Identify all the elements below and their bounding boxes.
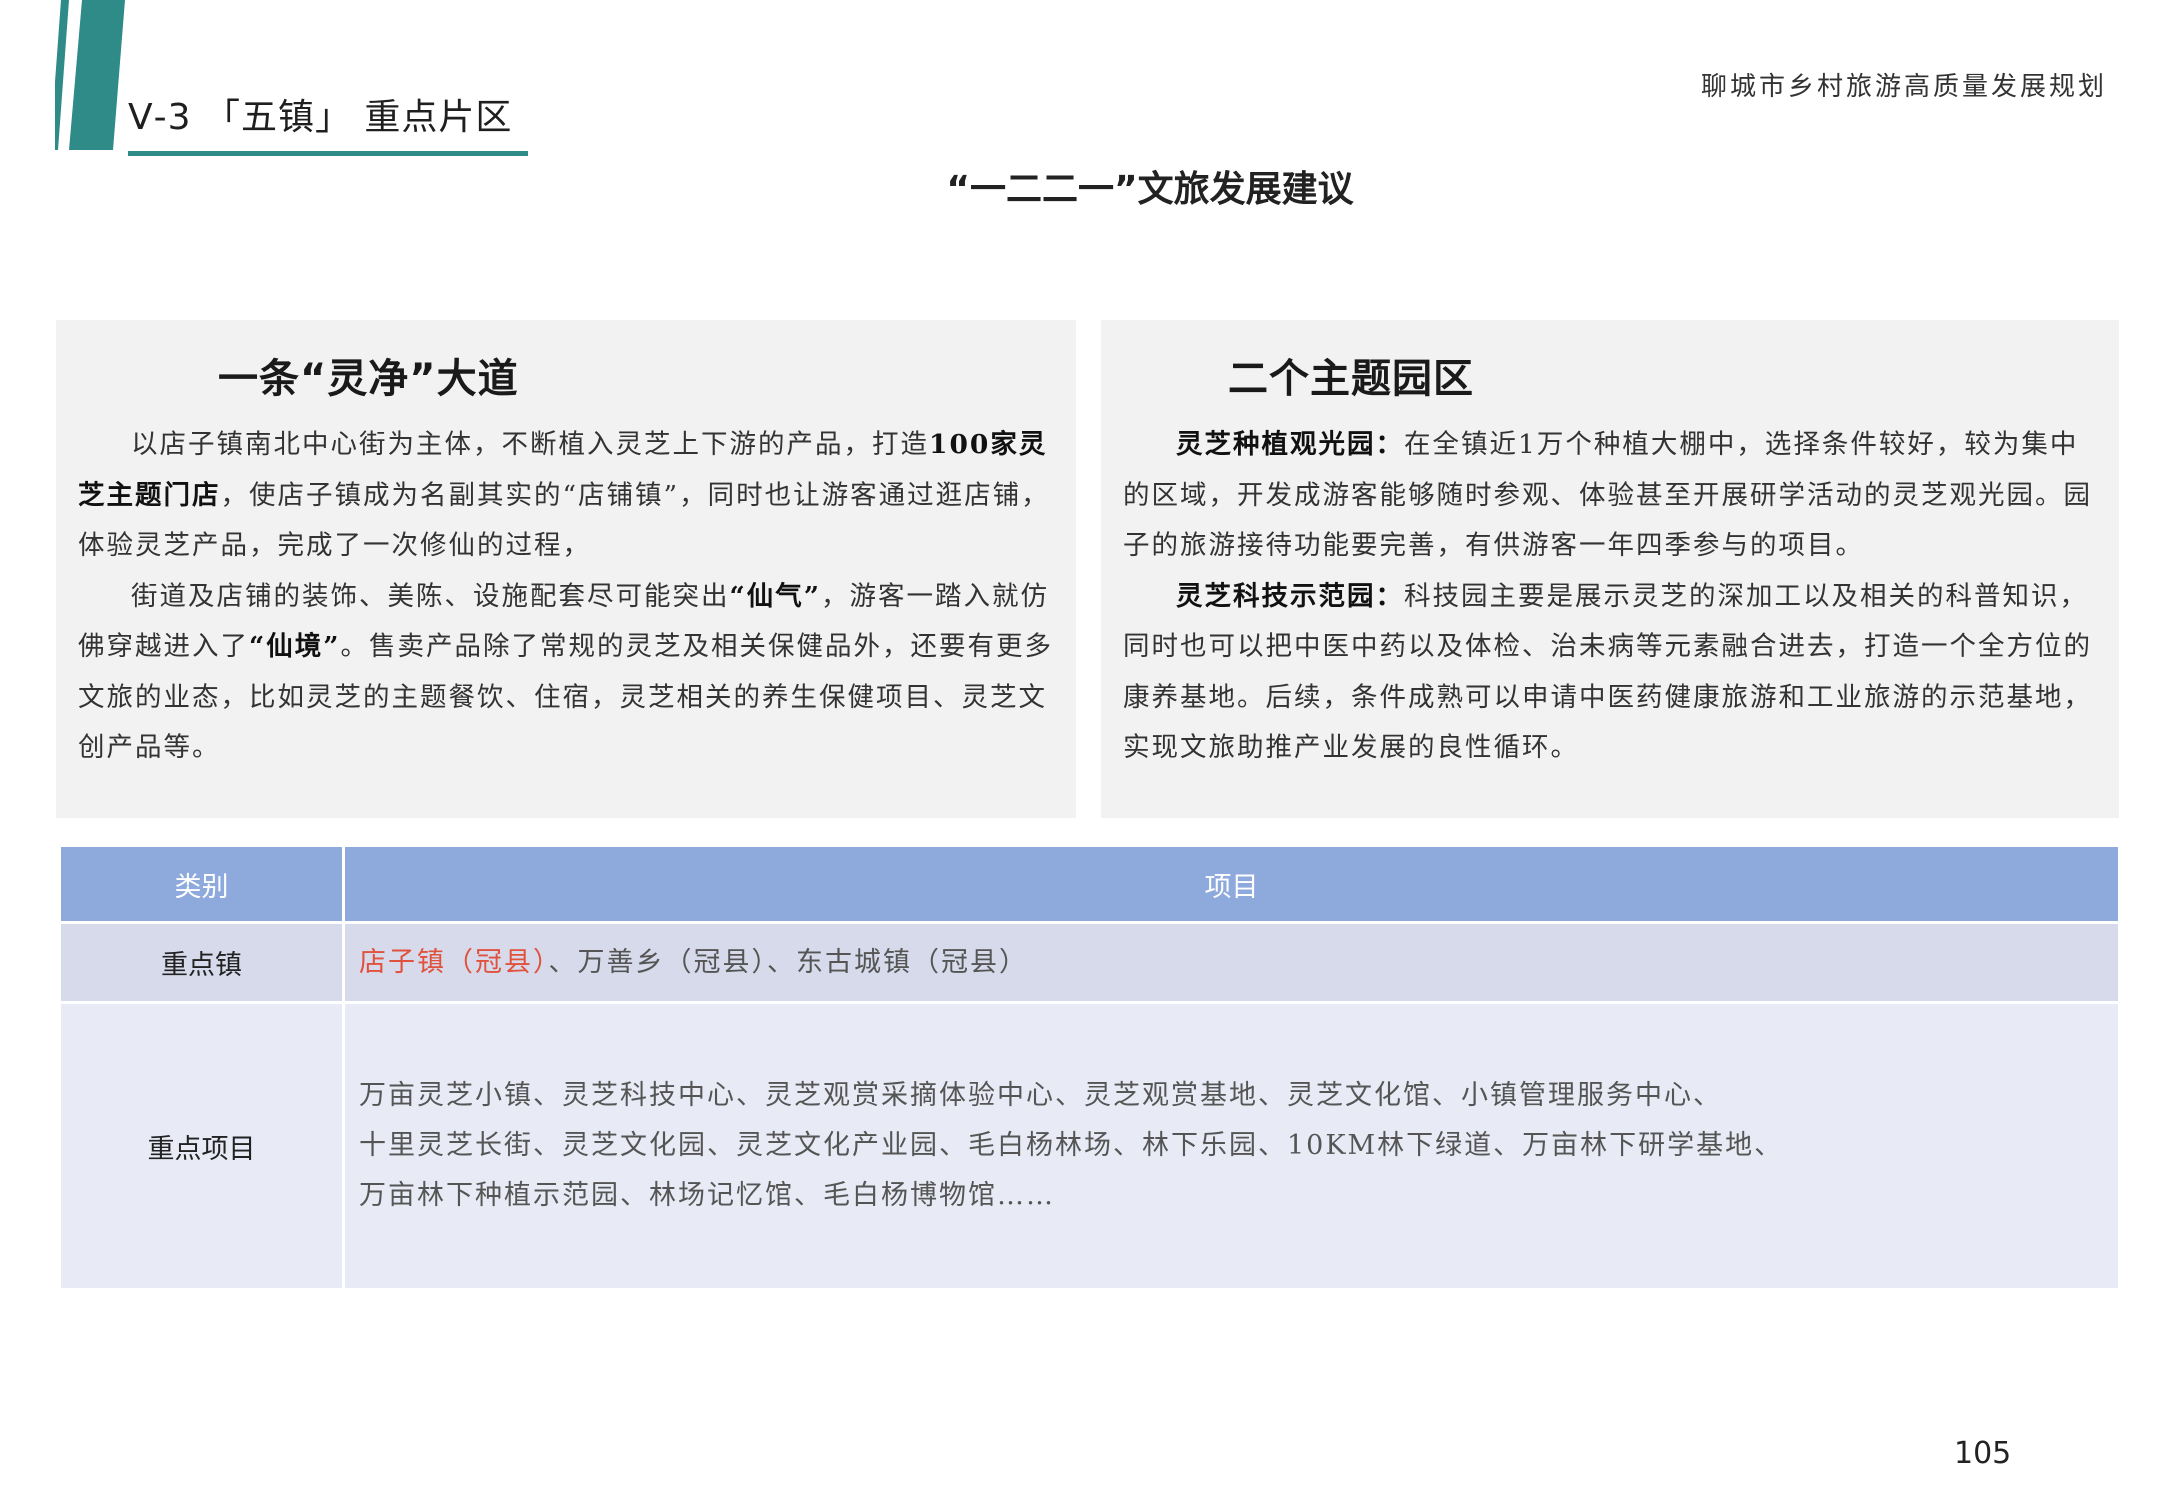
page-subtitle: “一二二一”文旅发展建议 [946, 169, 1354, 210]
towns-cell: 店子镇（冠县）、万善乡（冠县）、东古城镇（冠县） [342, 921, 2121, 1004]
text-run-bold: 灵芝科技示范园： [1176, 580, 1404, 612]
plan-title: 聊城市乡村旅游高质量发展规划 [1700, 72, 2107, 102]
project-line: 万亩林下种植示范园、林场记忆馆、毛白杨博物馆…… [359, 1180, 1055, 1211]
other-towns: 、万善乡（冠县）、东古城镇（冠县） [548, 946, 1028, 978]
table-header-row: 类别 项目 [58, 844, 2121, 924]
page-number: 105 [1954, 1436, 2012, 1471]
category-cell: 重点项目 [58, 1001, 345, 1291]
right-paragraph-2: 灵芝科技示范园：科技园主要是展示灵芝的深加工以及相关的科普知识，同时也可以把中医… [1123, 572, 2099, 774]
project-line: 万亩灵芝小镇、灵芝科技中心、灵芝观赏采摘体验中心、灵芝观赏基地、灵芝文化馆、小镇… [359, 1080, 1722, 1111]
category-cell: 重点镇 [58, 921, 345, 1004]
table-row: 重点项目 万亩灵芝小镇、灵芝科技中心、灵芝观赏采摘体验中心、灵芝观赏基地、灵芝文… [58, 1001, 2121, 1291]
left-panel-heading: 一条“灵净”大道 [218, 356, 519, 402]
left-paragraph-2: 街道及店铺的装饰、美陈、设施配套尽可能突出“仙气”，游客一踏入就仿佛穿越进入了“… [78, 572, 1056, 774]
section-title-underline [128, 151, 528, 156]
left-paragraph-1: 以店子镇南北中心街为主体，不断植入灵芝上下游的产品，打造100家灵芝主题门店，使… [78, 420, 1056, 572]
column-header-items: 项目 [342, 844, 2121, 924]
right-panel-heading: 二个主题园区 [1228, 356, 1474, 402]
text-run-bold: “仙境” [249, 631, 341, 662]
header-decoration-stripes [55, 0, 125, 150]
column-header-category: 类别 [58, 844, 345, 924]
text-run: 以店子镇南北中心街为主体，不断植入灵芝上下游的产品，打造 [131, 429, 929, 460]
text-run-bold: 灵芝种植观光园： [1176, 429, 1404, 460]
table-row: 重点镇 店子镇（冠县）、万善乡（冠县）、东古城镇（冠县） [58, 921, 2121, 1004]
text-run-bold: “仙气” [729, 580, 821, 612]
right-panel-theme-parks: 二个主题园区 灵芝种植观光园：在全镇近1万个种植大棚中，选择条件较好，较为集中的… [1101, 320, 2119, 818]
projects-cell: 万亩灵芝小镇、灵芝科技中心、灵芝观赏采摘体验中心、灵芝观赏基地、灵芝文化馆、小镇… [342, 1001, 2121, 1291]
left-panel-avenue: 一条“灵净”大道 以店子镇南北中心街为主体，不断植入灵芝上下游的产品，打造100… [56, 320, 1076, 818]
text-run: 街道及店铺的装饰、美陈、设施配套尽可能突出 [131, 580, 730, 612]
right-paragraph-1: 灵芝种植观光园：在全镇近1万个种植大棚中，选择条件较好，较为集中的区域，开发成游… [1123, 420, 2099, 572]
project-line: 十里灵芝长街、灵芝文化园、灵芝文化产业园、毛白杨林场、林下乐园、10KM林下绿道… [359, 1130, 1784, 1161]
highlighted-town: 店子镇（冠县） [359, 946, 549, 978]
section-title: Ⅴ-3 「五镇」 重点片区 [128, 97, 513, 138]
text-run: ，使店子镇成为名副其实的“店铺镇”，同时也让游客通过逛店铺，体验灵芝产品，完成了… [78, 479, 1050, 562]
projects-table: 类别 项目 重点镇 店子镇（冠县）、万善乡（冠县）、东古城镇（冠县） 重点项目 … [58, 844, 2121, 1291]
